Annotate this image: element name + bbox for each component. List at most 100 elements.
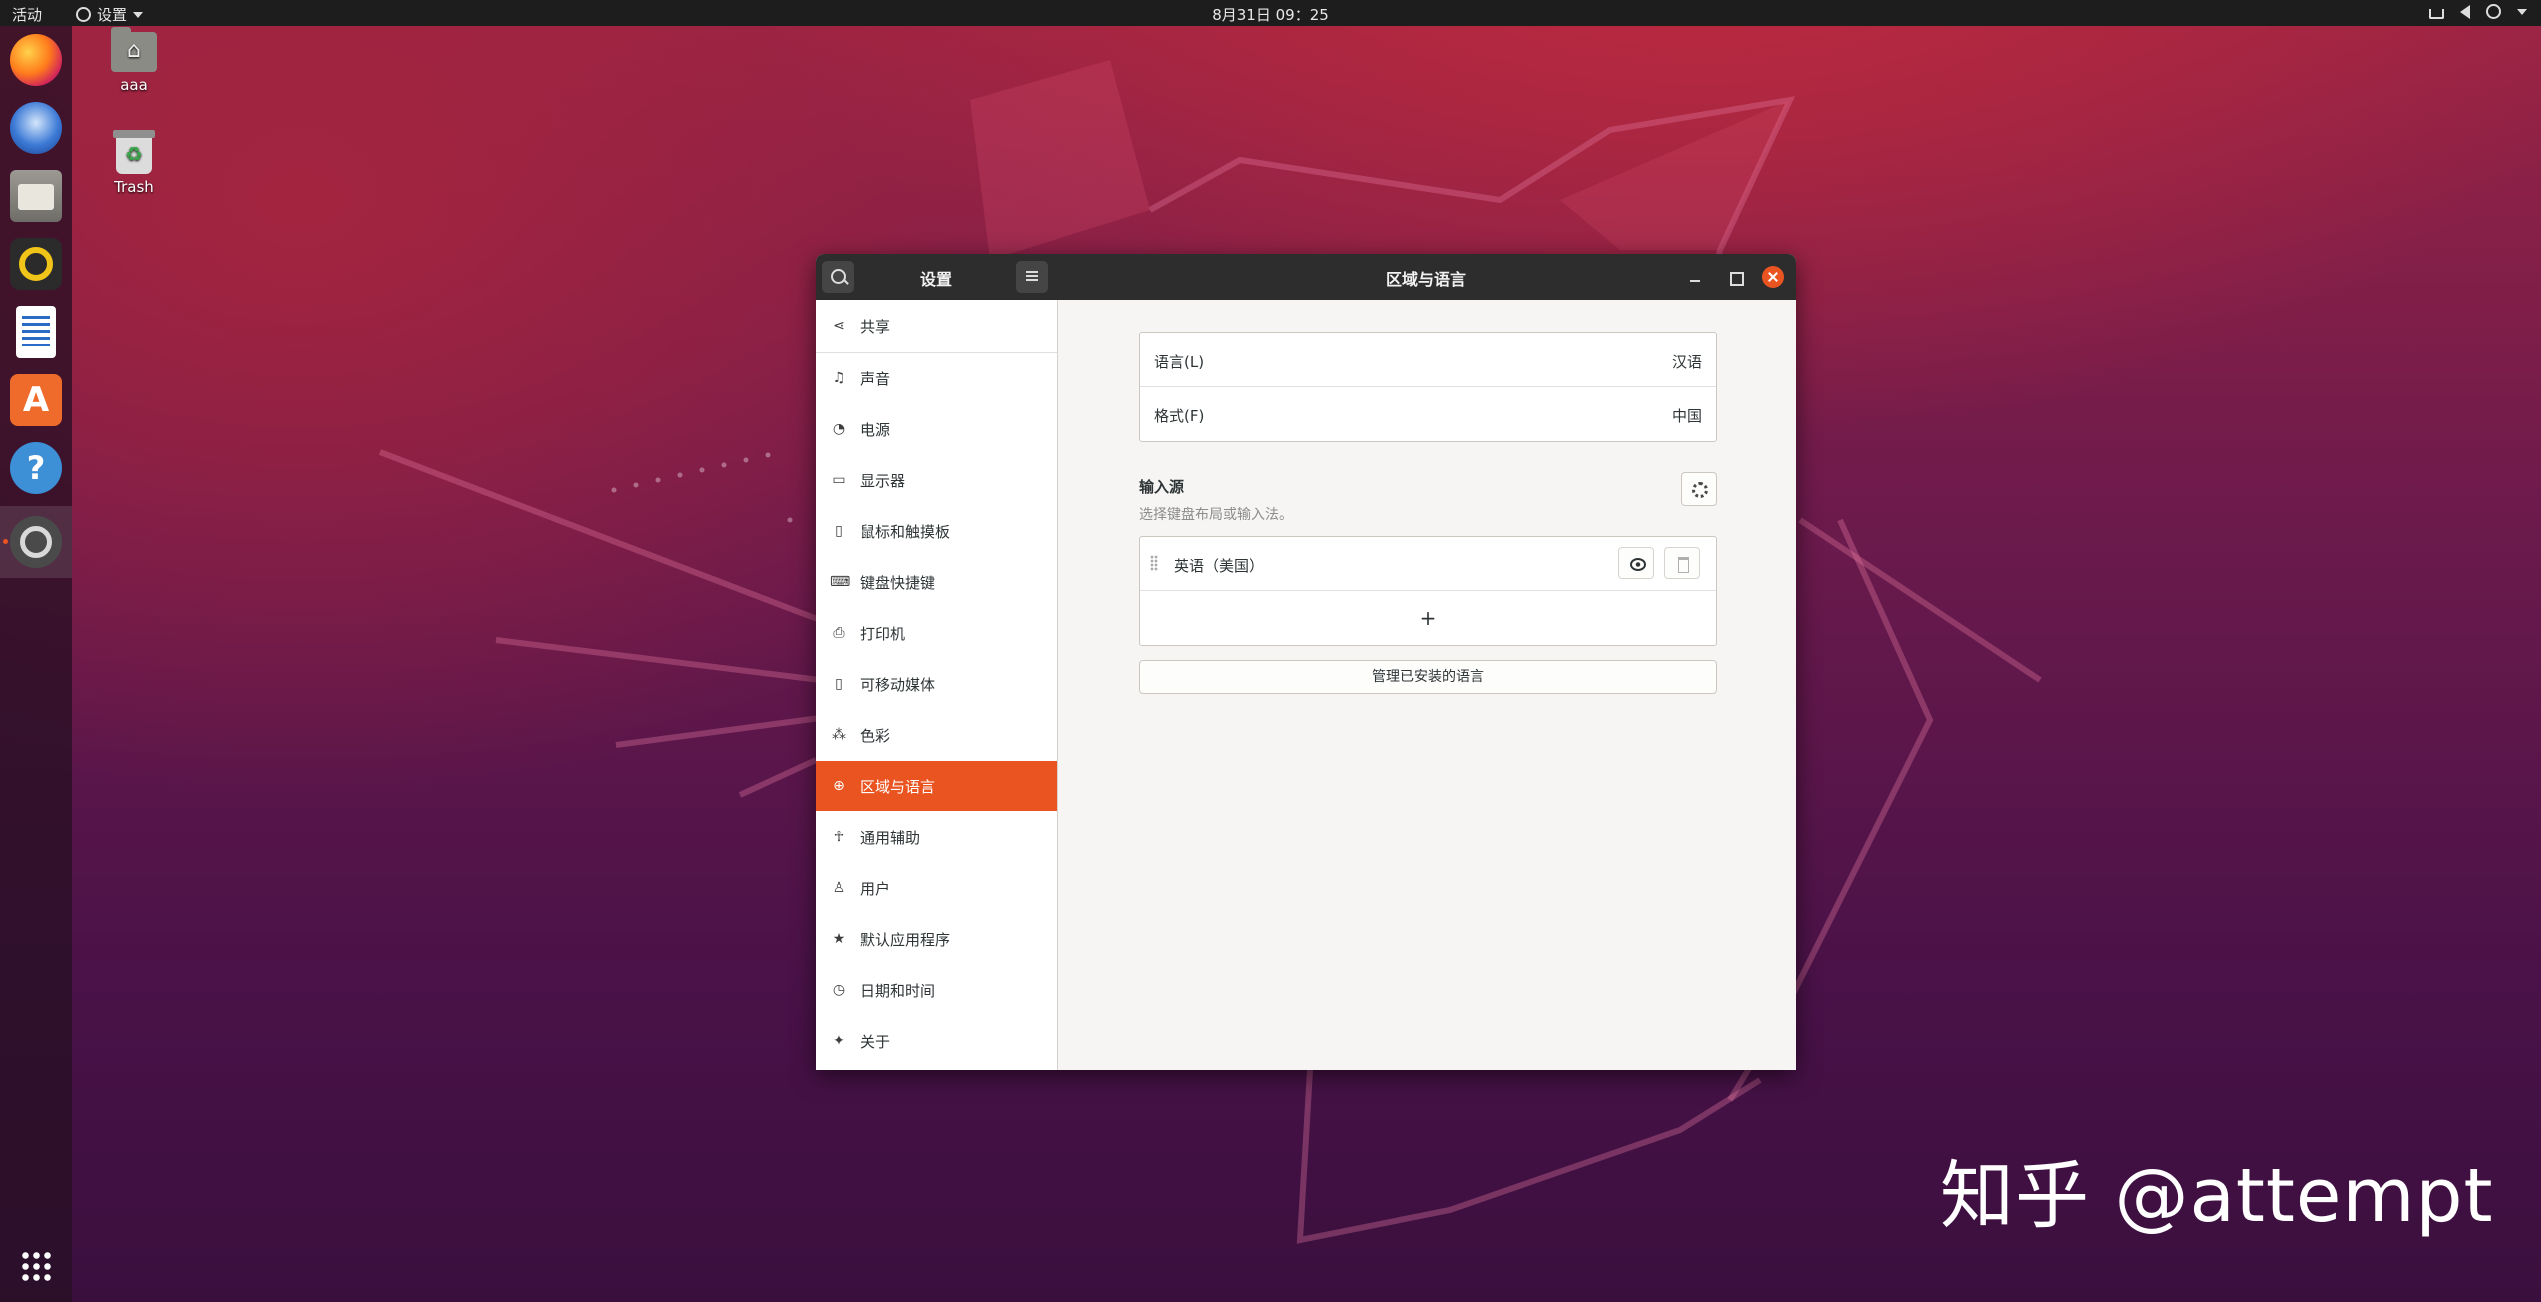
input-sources-title: 输入源 — [1139, 478, 1185, 496]
globe-icon: ⊕ — [833, 778, 845, 794]
minimize-icon[interactable] — [1684, 266, 1706, 288]
help-icon[interactable]: ? — [10, 442, 62, 494]
maximize-icon[interactable] — [1724, 266, 1746, 288]
plus-icon: + — [1419, 606, 1437, 630]
sidebar-item-label: 日期和时间 — [860, 981, 936, 1000]
power-icon[interactable] — [2486, 4, 2501, 19]
settings-icon[interactable] — [10, 516, 62, 568]
accessibility-icon: ☥ — [833, 829, 845, 845]
language-label: 语言(L) — [1154, 353, 1205, 371]
sidebar-item-mouse[interactable]: ▯ 鼠标和触摸板 — [816, 506, 1057, 556]
app-menu[interactable]: 设置 — [76, 4, 144, 25]
running-indicator — [3, 539, 8, 544]
writer-icon[interactable] — [16, 306, 56, 358]
input-source-label: 英语（美国） — [1174, 557, 1265, 575]
title-bar[interactable]: 设置 区域与语言 — [816, 254, 1796, 300]
sidebar-item-users[interactable]: ♙ 用户 — [816, 863, 1057, 913]
drag-handle-icon[interactable] — [1150, 555, 1158, 571]
sidebar-item-power[interactable]: ◔ 电源 — [816, 404, 1057, 454]
manage-installed-languages-button[interactable]: 管理已安装的语言 — [1139, 660, 1717, 694]
clock[interactable]: 8月31日 09：25 — [0, 4, 2541, 25]
dock: A ? — [0, 26, 72, 1302]
printer-icon: ⎙ — [833, 625, 845, 641]
sparkle-icon: ✦ — [833, 1033, 845, 1049]
eye-icon[interactable] — [1618, 547, 1654, 579]
trash-icon[interactable] — [1664, 547, 1700, 579]
display-icon: ▭ — [832, 472, 846, 488]
gear-icon — [76, 7, 91, 22]
sidebar-item-label: 声音 — [860, 369, 891, 388]
sidebar-item-label: 键盘快捷键 — [860, 573, 936, 592]
sidebar-item-label: 色彩 — [860, 726, 891, 745]
sidebar-item-label: 共享 — [860, 317, 891, 336]
region-language-panel: 语言(L) 汉语 格式(F) 中国 输入源 选择键盘布局或输入法。 英语（美国）… — [1059, 300, 1796, 1070]
sidebar-title: 设置 — [919, 270, 952, 289]
close-icon[interactable] — [1762, 266, 1784, 288]
home-folder-icon — [111, 27, 157, 72]
clock-icon: ◷ — [832, 982, 846, 998]
formats-row[interactable]: 格式(F) 中国 — [1140, 387, 1716, 441]
sidebar-item-label: 鼠标和触摸板 — [860, 522, 951, 541]
system-tray[interactable] — [2429, 4, 2527, 19]
sidebar-item-label: 通用辅助 — [860, 828, 921, 847]
chevron-down-icon — [133, 11, 144, 18]
sidebar-item-sharing[interactable]: ⋖ 共享 — [816, 301, 1057, 351]
sidebar-item-label: 用户 — [860, 879, 891, 898]
sidebar-item-color[interactable]: ⁂ 色彩 — [816, 710, 1057, 760]
watermark: 知乎 @attempt — [1940, 1153, 2494, 1239]
share-icon: ⋖ — [833, 318, 845, 334]
sidebar-item-label: 关于 — [860, 1032, 891, 1051]
music-note-icon: ♫ — [832, 370, 846, 386]
sidebar-item-region-language[interactable]: ⊕ 区域与语言 — [816, 761, 1057, 811]
sidebar-item-printers[interactable]: ⎙ 打印机 — [816, 608, 1057, 658]
sidebar-item-date-time[interactable]: ◷ 日期和时间 — [816, 965, 1057, 1015]
settings-window: 设置 区域与语言 ⋖ 共享 ♫ 声音 ◔ 电源 ▭ 显示器 ▯ 鼠标和触摸板 ⌨ — [816, 254, 1796, 1070]
sidebar-item-keyboard[interactable]: ⌨ 键盘快捷键 — [816, 557, 1057, 607]
sidebar-item-label: 可移动媒体 — [860, 675, 936, 694]
desktop-trash[interactable]: Trash — [84, 130, 184, 196]
input-sources-options-button[interactable] — [1681, 472, 1717, 506]
desktop-icon-label: Trash — [114, 178, 154, 196]
sidebar-item-displays[interactable]: ▭ 显示器 — [816, 455, 1057, 505]
language-formats-list: 语言(L) 汉语 格式(F) 中国 — [1139, 332, 1717, 442]
language-row[interactable]: 语言(L) 汉语 — [1140, 333, 1716, 387]
sidebar-item-removable-media[interactable]: ▯ 可移动媒体 — [816, 659, 1057, 709]
search-icon[interactable] — [822, 261, 854, 293]
volume-icon[interactable] — [2460, 4, 2470, 19]
desktop-home-folder[interactable]: aaa — [84, 27, 184, 94]
mouse-icon: ▯ — [835, 523, 843, 539]
hamburger-menu-icon[interactable] — [1016, 261, 1048, 293]
language-value: 汉语 — [1671, 353, 1702, 371]
keyboard-icon: ⌨ — [830, 574, 851, 590]
sidebar-item-label: 默认应用程序 — [860, 930, 951, 949]
user-icon: ♙ — [832, 880, 846, 896]
color-icon: ⁂ — [832, 727, 846, 743]
rhythmbox-icon[interactable] — [10, 238, 62, 290]
formats-label: 格式(F) — [1154, 407, 1205, 425]
sidebar-item-label: 区域与语言 — [860, 777, 936, 796]
thunderbird-icon[interactable] — [10, 102, 62, 154]
formats-value: 中国 — [1671, 407, 1702, 425]
sidebar-item-label: 显示器 — [860, 471, 906, 490]
files-icon[interactable] — [10, 170, 62, 222]
show-applications-icon[interactable] — [20, 1250, 52, 1282]
sidebar-item-sound[interactable]: ♫ 声音 — [816, 353, 1057, 403]
trash-icon — [113, 130, 155, 174]
add-input-source-button[interactable]: + — [1140, 591, 1716, 645]
removable-media-icon: ▯ — [835, 676, 843, 692]
network-icon[interactable] — [2429, 8, 2444, 19]
app-menu-label: 设置 — [97, 6, 128, 24]
firefox-icon[interactable] — [10, 34, 62, 86]
chevron-down-icon[interactable] — [2517, 8, 2527, 15]
input-sources-subtitle: 选择键盘布局或输入法。 — [1139, 507, 1293, 523]
top-bar: 活动 设置 8月31日 09：25 — [0, 0, 2541, 26]
input-source-row[interactable]: 英语（美国） — [1140, 537, 1716, 591]
sidebar: ⋖ 共享 ♫ 声音 ◔ 电源 ▭ 显示器 ▯ 鼠标和触摸板 ⌨ 键盘快捷键 ⎙ … — [816, 300, 1058, 1070]
input-sources-list: 英语（美国） + — [1139, 536, 1717, 646]
sidebar-item-default-apps[interactable]: ★ 默认应用程序 — [816, 914, 1057, 964]
sidebar-item-about[interactable]: ✦ 关于 — [816, 1016, 1057, 1066]
star-icon: ★ — [832, 931, 846, 947]
software-center-icon[interactable]: A — [10, 374, 62, 426]
sidebar-item-accessibility[interactable]: ☥ 通用辅助 — [816, 812, 1057, 862]
activities-button[interactable]: 活动 — [12, 4, 42, 25]
